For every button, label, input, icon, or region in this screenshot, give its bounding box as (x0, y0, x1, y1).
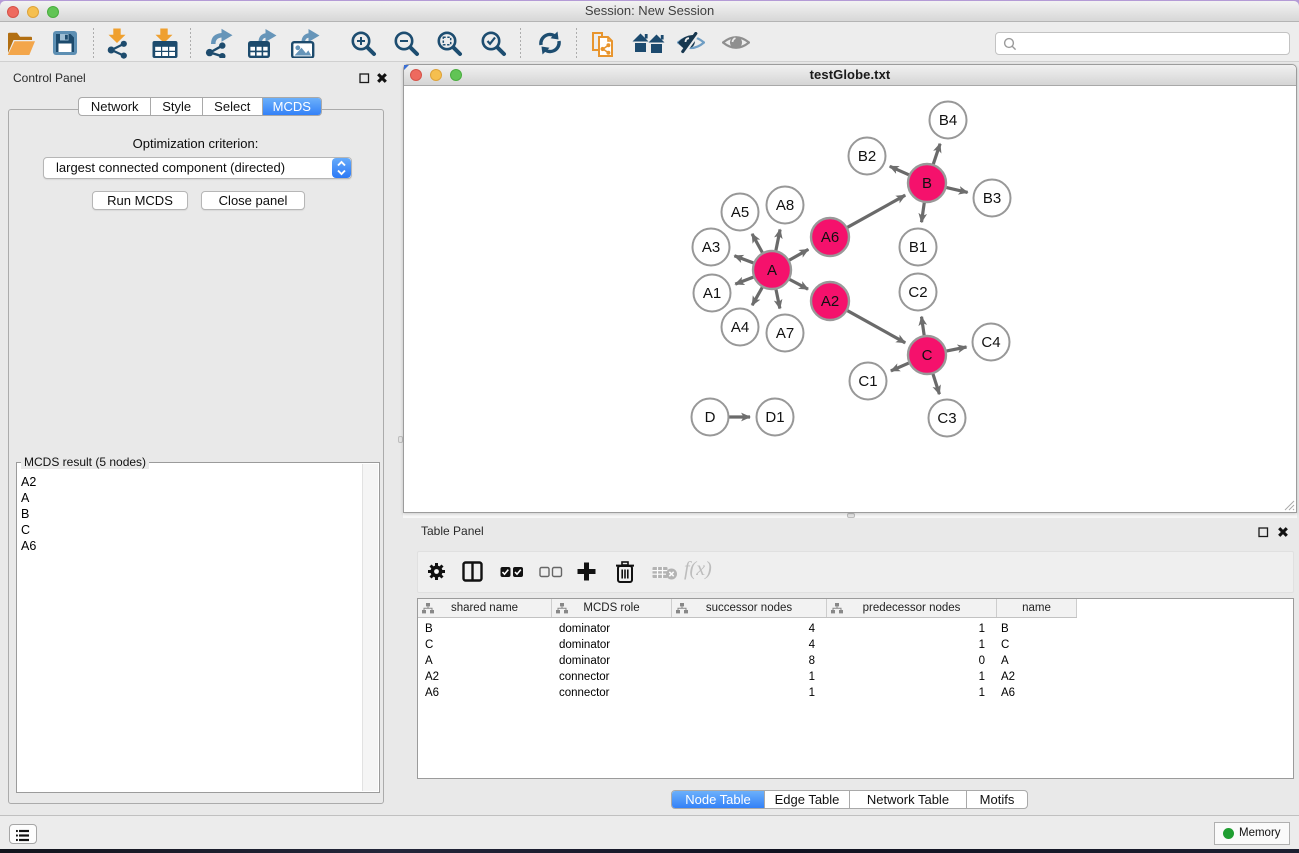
svg-text:A: A (767, 262, 777, 279)
svg-text:C: C (922, 347, 933, 364)
svg-text:A8: A8 (776, 197, 794, 214)
svg-text:A1: A1 (703, 285, 721, 302)
svg-text:A3: A3 (702, 239, 720, 256)
svg-text:C3: C3 (937, 410, 956, 427)
svg-text:B: B (922, 175, 932, 192)
svg-text:D: D (705, 409, 716, 426)
svg-text:B2: B2 (858, 148, 876, 165)
svg-text:B4: B4 (939, 112, 957, 129)
svg-text:B1: B1 (909, 239, 927, 256)
svg-text:A2: A2 (821, 293, 839, 310)
svg-text:A7: A7 (776, 325, 794, 342)
svg-text:C1: C1 (858, 373, 877, 390)
svg-text:D1: D1 (765, 409, 784, 426)
svg-text:A4: A4 (731, 319, 749, 336)
svg-text:A6: A6 (821, 229, 839, 246)
svg-text:C2: C2 (908, 284, 927, 301)
svg-text:B3: B3 (983, 190, 1001, 207)
svg-text:C4: C4 (981, 334, 1000, 351)
svg-text:A5: A5 (731, 204, 749, 221)
